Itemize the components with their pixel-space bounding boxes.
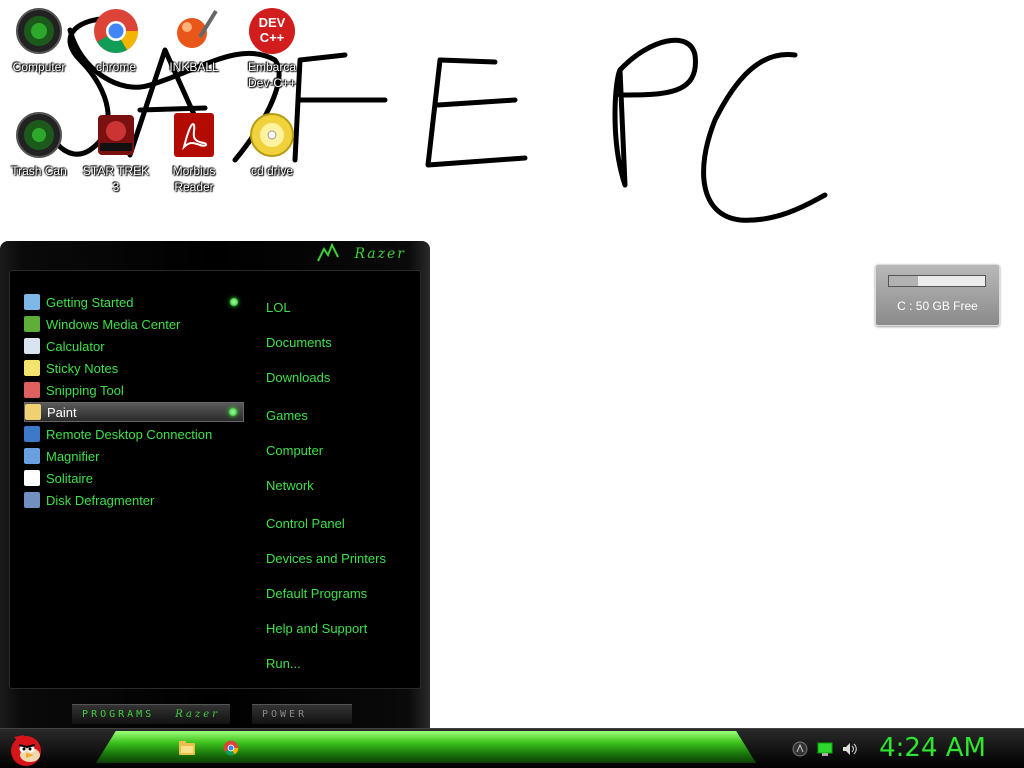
desktop-icon-morbius[interactable]: Morbius Reader [156,111,232,195]
desktop-icon-label: cd drive [250,164,294,178]
program-item[interactable]: Sticky Notes [24,358,244,378]
cd-drive-icon [248,111,296,159]
program-item-label: Remote Desktop Connection [46,426,213,442]
paint-icon [25,404,41,420]
program-item[interactable]: Magnifier [24,446,244,466]
drive-free-label: C : 50 GB Free [897,299,978,313]
all-programs-button[interactable]: PROGRAMS Razer [72,704,230,724]
pdf-reader-icon [170,111,218,159]
devcpp-icon: DEV C++ [248,7,296,55]
snipping-tool-icon [24,382,40,398]
computer-icon [15,7,63,55]
desktop-icon-trash[interactable]: Trash Can [1,111,77,179]
sticky-notes-icon [24,360,40,376]
taskbar-clock[interactable]: 4:24 AM [879,733,986,763]
program-item[interactable]: Disk Defragmenter [24,490,244,510]
program-item[interactable]: Windows Media Center [24,314,244,334]
start-button[interactable] [4,729,48,768]
explorer-icon[interactable] [178,740,195,756]
taskbar: 4:24 AM [0,728,1024,768]
program-item-label: Solitaire [46,470,93,486]
volume-icon[interactable] [841,741,857,757]
program-item[interactable]: Solitaire [24,468,244,488]
desktop-icon-label: Embarca Dev-C++ [247,60,297,90]
program-item[interactable]: Snipping Tool [24,380,244,400]
program-item[interactable]: Calculator [24,336,244,356]
program-item-label: Calculator [46,338,105,354]
remote-desktop-icon [24,426,40,442]
desktop-icon-cd-drive[interactable]: cd drive [234,111,310,179]
place-item[interactable]: Games [266,408,308,423]
media-center-icon [24,316,40,332]
power-button[interactable]: POWER [252,704,352,724]
power-label: POWER [262,709,308,720]
place-item[interactable]: Control Panel [266,516,345,531]
start-menu: Razer Getting Started Windows Media Cente… [0,241,430,728]
desktop-icon-label: STAR TREK 3 [82,164,150,194]
devcpp-icon-text: DEV C++ [258,15,286,45]
program-item-label: Disk Defragmenter [46,492,155,508]
desktop-icon-inkball[interactable]: INKBALL [156,7,232,75]
submenu-indicator-icon [230,298,238,306]
inkball-icon [170,7,218,55]
chrome-icon[interactable] [223,740,239,756]
desktop-icon-label: Computer [12,60,66,74]
desktop-icon-label: Morbius Reader [172,164,216,194]
program-item[interactable]: Paint [24,402,244,422]
all-programs-label: PROGRAMS [82,709,155,720]
all-programs-brand: Razer [175,709,220,720]
place-item[interactable]: Documents [266,335,332,350]
razer-logo: Razer [354,246,406,262]
drive-usage-fill [889,276,918,286]
trash-can-icon [15,111,63,159]
place-item[interactable]: Help and Support [266,621,367,636]
program-item-label: Windows Media Center [46,316,181,332]
place-item[interactable]: Network [266,478,314,493]
desktop-icon-label: INKBALL [169,60,219,74]
program-item[interactable]: Remote Desktop Connection [24,424,244,444]
desktop-icon-chrome[interactable]: chrome [78,7,154,75]
desktop-icon-label: chrome [95,60,136,74]
program-item-label: Sticky Notes [46,360,119,376]
razer-tray-icon[interactable] [792,741,808,757]
getting-started-icon [24,294,40,310]
desktop-icon-devcpp[interactable]: DEV C++ Embarca Dev-C++ [234,7,310,91]
magnifier-icon [24,448,40,464]
solitaire-icon [24,470,40,486]
angry-bird-icon [11,735,41,766]
place-item[interactable]: Downloads [266,370,330,385]
place-item[interactable]: Default Programs [266,586,367,601]
submenu-indicator-icon [229,408,237,416]
place-item[interactable]: Computer [266,443,323,458]
program-item-label: Magnifier [46,448,100,464]
defrag-icon [24,492,40,508]
place-item[interactable]: Devices and Printers [266,551,386,566]
program-item-label: Getting Started [46,294,134,310]
place-item[interactable]: Run... [266,656,301,671]
star-wars-game-icon [92,111,140,159]
drive-space-gadget[interactable]: C : 50 GB Free [875,264,1000,326]
network-icon[interactable] [817,741,833,757]
place-item[interactable]: LOL [266,300,291,315]
program-item-label: Paint [47,404,77,420]
program-item-label: Snipping Tool [46,382,124,398]
desktop-icon-label: Trash Can [11,164,67,178]
desktop-icon-star-trek[interactable]: STAR TREK 3 [78,111,154,195]
razer-snake-icon [316,242,340,268]
calculator-icon [24,338,40,354]
chrome-icon [92,7,140,55]
desktop-icon-computer[interactable]: Computer [1,7,77,75]
drive-usage-bar [888,275,986,287]
program-item[interactable]: Getting Started [24,292,244,312]
